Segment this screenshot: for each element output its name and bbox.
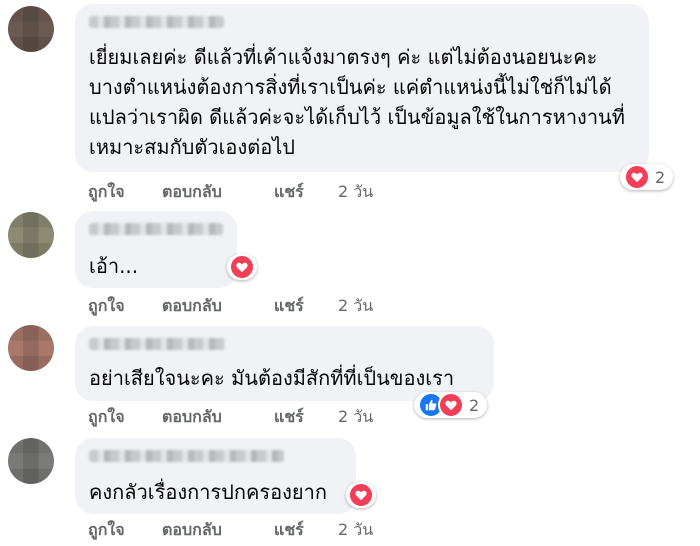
heart-icon bbox=[438, 392, 464, 418]
avatar[interactable] bbox=[8, 6, 54, 52]
heart-icon bbox=[229, 254, 255, 280]
reply-link[interactable]: ตอบกลับ bbox=[162, 407, 222, 427]
heart-icon bbox=[348, 482, 374, 508]
heart-icon bbox=[624, 164, 650, 190]
reaction-summary[interactable]: 2 bbox=[620, 164, 674, 190]
reaction-count: 2 bbox=[655, 167, 666, 187]
share-link[interactable]: แชร์ bbox=[274, 407, 304, 427]
commenter-name[interactable] bbox=[89, 450, 284, 462]
reply-link[interactable]: ตอบกลับ bbox=[162, 296, 222, 316]
reply-link[interactable]: ตอบกลับ bbox=[162, 182, 222, 202]
comment-text: เอ้า... bbox=[89, 254, 139, 278]
reaction-summary[interactable] bbox=[227, 254, 257, 280]
commenter-name[interactable] bbox=[89, 338, 225, 350]
timestamp[interactable]: 2 วัน bbox=[338, 182, 373, 202]
share-link[interactable]: แชร์ bbox=[274, 520, 304, 540]
comment-bubble: อย่าเสียใจนะคะ มันต้องมีสักที่ที่เป็นของ… bbox=[75, 326, 494, 401]
like-link[interactable]: ถูกใจ bbox=[88, 407, 125, 427]
like-link[interactable]: ถูกใจ bbox=[88, 182, 125, 202]
avatar[interactable] bbox=[8, 212, 54, 258]
share-link[interactable]: แชร์ bbox=[274, 296, 304, 316]
comment-bubble: เยี่ยมเลยค่ะ ดีแล้วที่เค้าแจ้งมาตรงๆ ค่ะ… bbox=[75, 4, 649, 172]
comment-text: คงกลัวเรื่องการปกครองยาก bbox=[89, 480, 327, 504]
timestamp[interactable]: 2 วัน bbox=[338, 520, 373, 540]
avatar[interactable] bbox=[8, 325, 54, 371]
like-link[interactable]: ถูกใจ bbox=[88, 520, 125, 540]
reply-link[interactable]: ตอบกลับ bbox=[162, 520, 222, 540]
comment-text: อย่าเสียใจนะคะ มันต้องมีสักที่ที่เป็นของ… bbox=[89, 366, 455, 390]
comment-text: เยี่ยมเลยค่ะ ดีแล้วที่เค้าแจ้งมาตรงๆ ค่ะ… bbox=[89, 45, 625, 159]
commenter-name[interactable] bbox=[89, 223, 223, 235]
share-link[interactable]: แชร์ bbox=[274, 182, 304, 202]
reaction-summary[interactable] bbox=[346, 482, 376, 508]
reaction-count: 2 bbox=[469, 395, 480, 415]
avatar[interactable] bbox=[8, 438, 54, 484]
timestamp[interactable]: 2 วัน bbox=[338, 296, 373, 316]
commenter-name[interactable] bbox=[89, 16, 224, 28]
reaction-summary[interactable]: 2 bbox=[414, 392, 488, 418]
comment-bubble: เอ้า... bbox=[75, 211, 237, 288]
like-link[interactable]: ถูกใจ bbox=[88, 296, 125, 316]
timestamp[interactable]: 2 วัน bbox=[338, 407, 373, 427]
comment-bubble: คงกลัวเรื่องการปกครองยาก bbox=[75, 438, 356, 514]
